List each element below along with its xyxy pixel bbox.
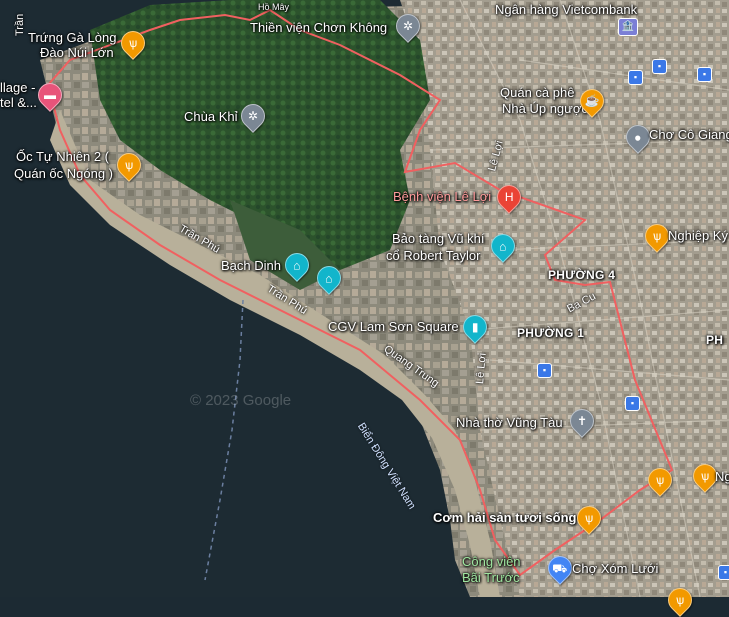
place-ngan-hang[interactable]: Ngân hàng Vietcombank [495, 3, 637, 17]
district-phuong-1: PHƯỜNG 1 [517, 326, 585, 340]
place-nha-tho-vung-tau[interactable]: Nhà thờ Vũng Tàu [456, 416, 563, 430]
place-cho-xom-luoi[interactable]: Chợ Xóm Lưới [572, 562, 658, 576]
place-hotel-2[interactable]: tel &... [0, 96, 37, 110]
bank-icon[interactable]: 🏦 [618, 18, 638, 36]
bus-stop-icon[interactable]: ▪ [697, 67, 712, 82]
map-watermark: © 2023 Google [190, 392, 292, 409]
district-ph-edge: PH [706, 333, 724, 347]
place-ng-edge[interactable]: Ng [715, 470, 729, 484]
place-cong-vien[interactable]: Công viên [462, 555, 521, 569]
place-com-hai-san[interactable]: Cơm hải sản tươi sống [433, 511, 576, 525]
bus-stop-icon[interactable]: ▪ [537, 363, 552, 378]
district-phuong-4: PHƯỜNG 4 [548, 268, 616, 282]
place-thien-vien[interactable]: Thiền viện Chơn Không [250, 21, 387, 35]
place-robert-taylor[interactable]: cổ Robert Taylor [386, 249, 480, 263]
bus-stop-icon[interactable]: ▪ [652, 59, 667, 74]
road-label-tran: Trần [14, 13, 26, 36]
place-quan-oc-ngong[interactable]: Quán ốc Ngóng ) [14, 167, 113, 181]
place-oc-tu-nhien[interactable]: Ốc Tự Nhiên 2 ( [16, 150, 109, 164]
satellite-map[interactable] [0, 0, 729, 597]
place-trung-ga-long[interactable]: Trứng Gà Lòng [28, 31, 116, 45]
place-cgv-lam-son[interactable]: CGV Lam Sơn Square [328, 320, 459, 334]
place-ho-may[interactable]: Hồ Mây [258, 0, 289, 14]
place-bach-dinh[interactable]: Bạch Dinh [221, 259, 281, 273]
place-hotel[interactable]: llage - [0, 81, 35, 95]
place-cho-co-giang[interactable]: Chợ Cô Giang [649, 128, 729, 142]
place-benh-vien-le-loi[interactable]: Bệnh viện Lê Lợi [393, 190, 491, 204]
place-nghiep-ky[interactable]: Nghiệp Ký [668, 229, 728, 243]
bus-stop-icon[interactable]: ▪ [625, 396, 640, 411]
bus-stop-icon[interactable]: ▪ [718, 565, 729, 580]
place-chua-khi[interactable]: Chùa Khỉ [184, 110, 237, 124]
place-bai-truoc[interactable]: Bãi Trước [462, 571, 520, 585]
place-nha-up-nguoc[interactable]: Nhà Úp ngược [502, 102, 588, 116]
place-trung-ga-long-2[interactable]: Đào Núi Lớn [40, 46, 114, 60]
place-quan-ca-phe[interactable]: Quán cà phê [500, 86, 574, 100]
bus-stop-icon[interactable]: ▪ [628, 70, 643, 85]
place-bao-tang[interactable]: Bảo tàng Vũ khí [392, 232, 485, 246]
